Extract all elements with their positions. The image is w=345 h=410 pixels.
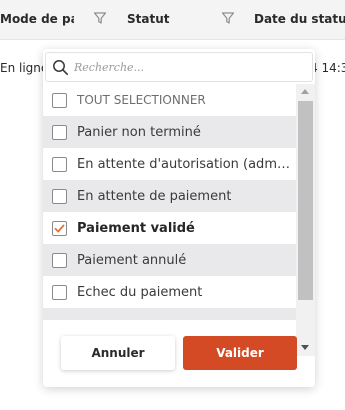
list-item-label: En attente d'autorisation (administrateu… — [77, 156, 292, 172]
list-item-label: Panier non terminé — [77, 124, 201, 140]
column-header-status-date[interactable]: Date du statut — [254, 12, 345, 26]
list-item-select-all[interactable]: TOUT SELECTIONNER — [43, 84, 296, 116]
list-item-label: En attente de paiement — [77, 188, 232, 204]
filter-icon[interactable] — [221, 11, 235, 25]
checkbox[interactable] — [52, 188, 67, 204]
list-item-selected[interactable]: Paiement validé — [43, 212, 296, 244]
scrollbar-thumb[interactable] — [298, 101, 313, 300]
checkmark-icon — [54, 224, 65, 232]
list-item-label: Echec du paiement — [77, 284, 203, 300]
list-item[interactable]: En attente de paiement — [43, 180, 296, 212]
cancel-button[interactable]: Annuler — [61, 336, 175, 370]
list-item[interactable]: En attente d'autorisation (administrateu… — [43, 148, 296, 180]
list-item-partial — [43, 308, 296, 320]
validate-button[interactable]: Valider — [183, 336, 297, 370]
checkbox-checked[interactable] — [52, 220, 67, 236]
status-option-list: TOUT SELECTIONNER Panier non terminé En … — [43, 84, 296, 356]
checkbox[interactable] — [52, 156, 67, 172]
list-item-label: Paiement annulé — [77, 252, 187, 268]
search-input[interactable] — [74, 57, 306, 77]
list-item[interactable]: Paiement annulé — [43, 244, 296, 276]
table-cell-status-date: 4 14:3 — [310, 61, 345, 75]
list-item[interactable]: Echec du paiement — [43, 276, 296, 308]
search-box[interactable] — [45, 52, 313, 82]
column-header-status[interactable]: Statut — [127, 12, 170, 26]
checkbox[interactable] — [52, 252, 67, 268]
table-header: Mode de paie Statut Date du statut — [0, 0, 345, 40]
list-item-label: TOUT SELECTIONNER — [77, 93, 206, 107]
checkbox[interactable] — [52, 284, 67, 300]
status-filter-dropdown: TOUT SELECTIONNER Panier non terminé En … — [43, 49, 315, 387]
search-icon — [53, 60, 69, 76]
list-item-label: Paiement validé — [77, 220, 195, 236]
scroll-down-arrow-icon[interactable] — [301, 345, 309, 350]
checkbox[interactable] — [52, 124, 67, 140]
scrollbar[interactable] — [296, 84, 315, 356]
scroll-up-arrow-icon[interactable] — [301, 89, 309, 94]
filter-icon[interactable] — [93, 11, 107, 25]
list-item[interactable]: Panier non terminé — [43, 116, 296, 148]
column-header-payment-mode[interactable]: Mode de paie — [0, 12, 74, 26]
table-cell-payment-mode: En ligne — [0, 61, 49, 75]
checkbox[interactable] — [52, 92, 67, 108]
